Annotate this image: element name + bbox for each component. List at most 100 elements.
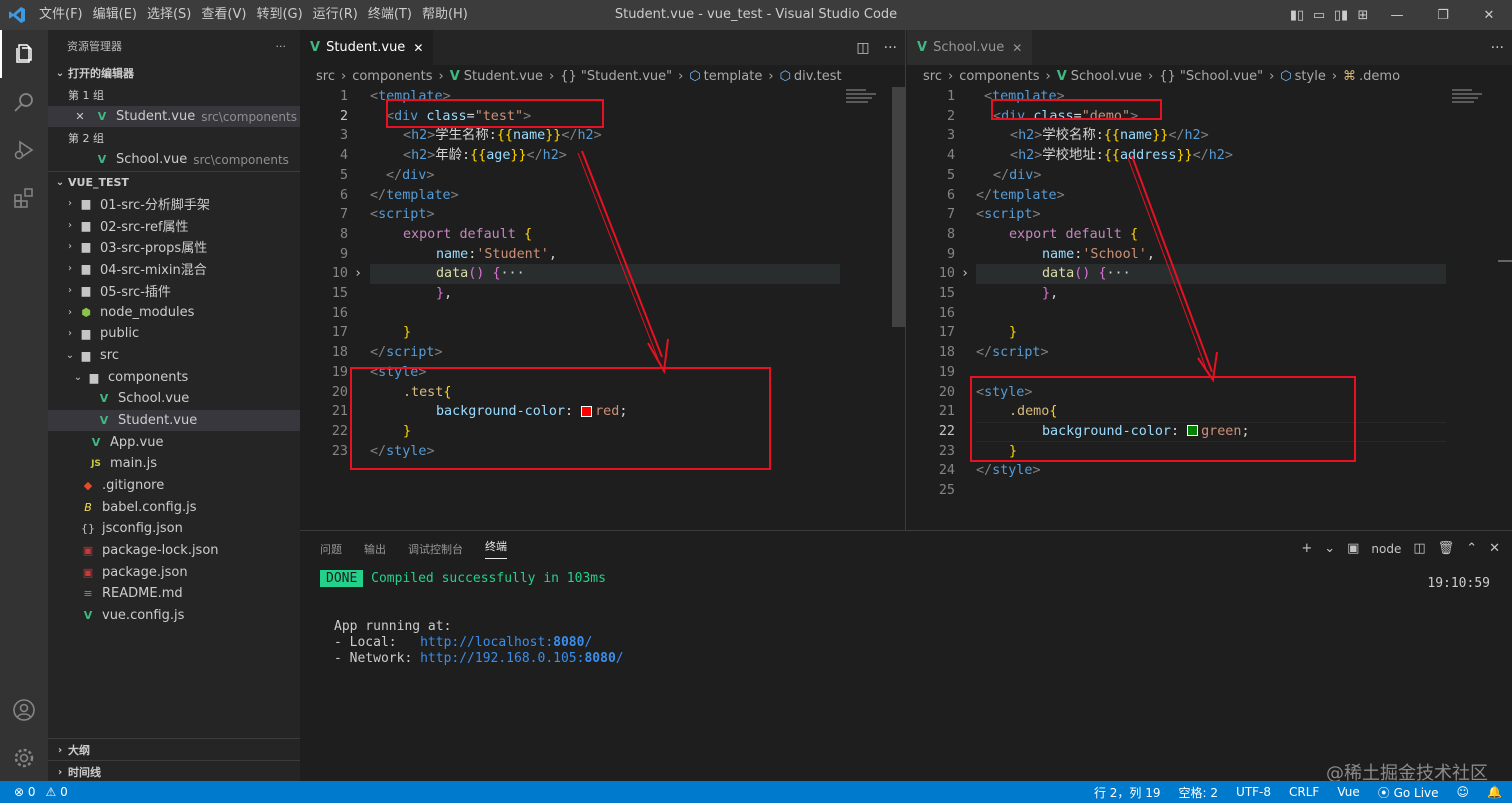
encoding[interactable]: UTF-8 (1236, 785, 1271, 799)
tree-folder[interactable]: › ▆ 02-src-ref属性 (48, 214, 300, 236)
split-terminal-icon[interactable]: ◫ (1413, 541, 1425, 556)
chevron-down-icon[interactable]: ⌄ (1324, 541, 1335, 556)
breadcrumb-item[interactable]: .demo (1359, 69, 1400, 84)
extensions-icon[interactable] (0, 174, 48, 222)
menu-selection[interactable]: 选择(S) (142, 0, 196, 30)
split-editor-icon[interactable]: ◫ (856, 40, 869, 56)
settings-gear-icon[interactable] (0, 734, 48, 782)
breadcrumb-item[interactable]: div.test (794, 69, 842, 84)
explorer-icon[interactable] (0, 30, 48, 78)
search-icon[interactable] (0, 78, 48, 126)
breadcrumb-item[interactable]: Student.vue (464, 69, 543, 84)
minimap[interactable] (846, 87, 886, 127)
menu-go[interactable]: 转到(G) (251, 0, 307, 30)
menu-file[interactable]: 文件(F) (34, 0, 88, 30)
breadcrumb-item[interactable]: style (1295, 69, 1326, 84)
breadcrumb-item[interactable]: components (352, 69, 432, 84)
customize-layout-icon[interactable]: ⊞ (1352, 8, 1374, 23)
tab-school-vue[interactable]: V School.vue ✕ (907, 30, 1033, 65)
more-actions-icon[interactable]: ··· (1491, 40, 1504, 56)
go-live-button[interactable]: ⦿ Go Live (1378, 784, 1439, 801)
tree-folder[interactable]: › ⬢ node_modules (48, 301, 300, 323)
trash-icon[interactable]: 🗑 (1438, 541, 1455, 556)
terminal-name[interactable]: node (1371, 542, 1401, 556)
network-url-link[interactable]: http://192.168.0.105:8080/ (420, 651, 624, 666)
close-tab-icon[interactable]: ✕ (1012, 41, 1022, 55)
tree-file[interactable]: Vvue.config.js (48, 605, 300, 627)
end-of-line[interactable]: CRLF (1289, 785, 1319, 799)
tree-folder[interactable]: › ▆ 04-src-mixin混合 (48, 258, 300, 280)
maximize-panel-icon[interactable]: ⌃ (1466, 541, 1477, 556)
close-tab-icon[interactable]: ✕ (413, 41, 423, 55)
more-actions-icon[interactable]: ··· (884, 40, 897, 56)
code-area[interactable]: 1 2 3 4 5 6 7 8 9 10 15 16 17 18 19 20 2… (907, 87, 1512, 530)
tree-file[interactable]: Bbabel.config.js (48, 496, 300, 518)
close-panel-icon[interactable]: ✕ (1489, 541, 1500, 556)
project-section[interactable]: ⌄ VUE_TEST (48, 170, 300, 193)
tree-file[interactable]: {} jsconfig.json (48, 518, 300, 540)
more-actions-icon[interactable]: ··· (276, 40, 287, 53)
breadcrumb-item[interactable]: School.vue (1071, 69, 1142, 84)
open-editors-section[interactable]: ⌄ 打开的编辑器 (48, 62, 300, 84)
toggle-panel-icon[interactable]: ▭ (1308, 8, 1330, 23)
open-editor-student[interactable]: ✕ V Student.vue src\components (48, 105, 300, 128)
menu-run[interactable]: 运行(R) (308, 0, 363, 30)
tree-folder[interactable]: › ▆ 03-src-props属性 (48, 236, 300, 258)
breadcrumb-item[interactable]: {} "School.vue" (1159, 69, 1263, 84)
menu-view[interactable]: 查看(V) (196, 0, 251, 30)
cursor-position[interactable]: 行 2，列 19 (1094, 784, 1161, 801)
fold-chevron-icon[interactable]: › (354, 264, 362, 284)
toggle-sidebar-icon[interactable]: ▮▯ (1286, 8, 1308, 23)
tree-folder[interactable]: › ▆ 05-src-插件 (48, 280, 300, 302)
new-terminal-icon[interactable]: + (1301, 541, 1312, 556)
tree-file-selected[interactable]: V Student.vue (48, 409, 300, 432)
tree-file[interactable]: ▣ package-lock.json (48, 540, 300, 562)
tree-file[interactable]: ◆ .gitignore (48, 475, 300, 497)
tree-file[interactable]: ≡ README.md (48, 583, 300, 605)
notifications-bell-icon[interactable]: 🔔 (1487, 785, 1502, 799)
breadcrumb-item[interactable]: template (704, 69, 763, 84)
menu-edit[interactable]: 编辑(E) (88, 0, 142, 30)
breadcrumb-item[interactable]: src (923, 69, 942, 84)
tab-debug-console[interactable]: 调试控制台 (408, 541, 463, 557)
tree-folder[interactable]: › ▆ 01-src-分析脚手架 (48, 193, 300, 215)
timeline-section[interactable]: › 时间线 (48, 761, 300, 783)
tab-problems[interactable]: 问题 (320, 541, 342, 557)
local-url-link[interactable]: http://localhost:8080/ (420, 635, 592, 650)
tab-terminal[interactable]: 终端 (485, 538, 507, 559)
tree-folder[interactable]: ⌄ ▆ src (48, 345, 300, 367)
accounts-icon[interactable] (0, 686, 48, 734)
fold-chevron-icon[interactable]: › (961, 264, 969, 284)
toggle-secondary-sidebar-icon[interactable]: ▯▮ (1330, 8, 1352, 23)
menu-terminal[interactable]: 终端(T) (363, 0, 417, 30)
color-swatch-green[interactable] (1187, 425, 1199, 437)
restore-button[interactable]: ❐ (1420, 8, 1466, 23)
code-area[interactable]: 1 2 3 4 5 6 7 8 9 10 15 16 17 18 19 20 2… (300, 87, 906, 530)
indentation[interactable]: 空格: 2 (1179, 784, 1219, 801)
tree-folder[interactable]: ⌄ ▆ components (48, 366, 300, 388)
tree-file[interactable]: V App.vue (48, 431, 300, 453)
color-swatch-red[interactable] (581, 405, 593, 417)
tab-student-vue[interactable]: V Student.vue ✕ (300, 30, 434, 65)
warnings-count[interactable]: ⚠ 0 (46, 785, 68, 799)
tree-folder[interactable]: › ▆ public (48, 323, 300, 345)
menu-help[interactable]: 帮助(H) (417, 0, 473, 30)
vertical-scrollbar[interactable] (892, 87, 906, 327)
minimize-button[interactable]: — (1374, 8, 1420, 23)
errors-count[interactable]: ⊗ 0 (14, 785, 36, 799)
close-icon[interactable]: ✕ (72, 110, 88, 123)
tree-file[interactable]: V School.vue (48, 388, 300, 410)
close-window-button[interactable]: ✕ (1466, 8, 1512, 23)
minimap[interactable] (1452, 87, 1492, 127)
breadcrumb-item[interactable]: components (959, 69, 1039, 84)
tree-file[interactable]: JS main.js (48, 453, 300, 475)
tree-file[interactable]: ▣ package.json (48, 561, 300, 583)
breadcrumb-item[interactable]: src (316, 69, 335, 84)
tab-output[interactable]: 输出 (364, 541, 386, 557)
outline-section[interactable]: › 大纲 (48, 739, 300, 761)
breadcrumb-item[interactable]: {} "Student.vue" (560, 69, 672, 84)
language-mode[interactable]: Vue (1337, 785, 1359, 799)
open-editor-school[interactable]: V School.vue src\components (48, 149, 300, 171)
feedback-icon[interactable]: ☺ (1457, 785, 1470, 799)
run-debug-icon[interactable] (0, 126, 48, 174)
